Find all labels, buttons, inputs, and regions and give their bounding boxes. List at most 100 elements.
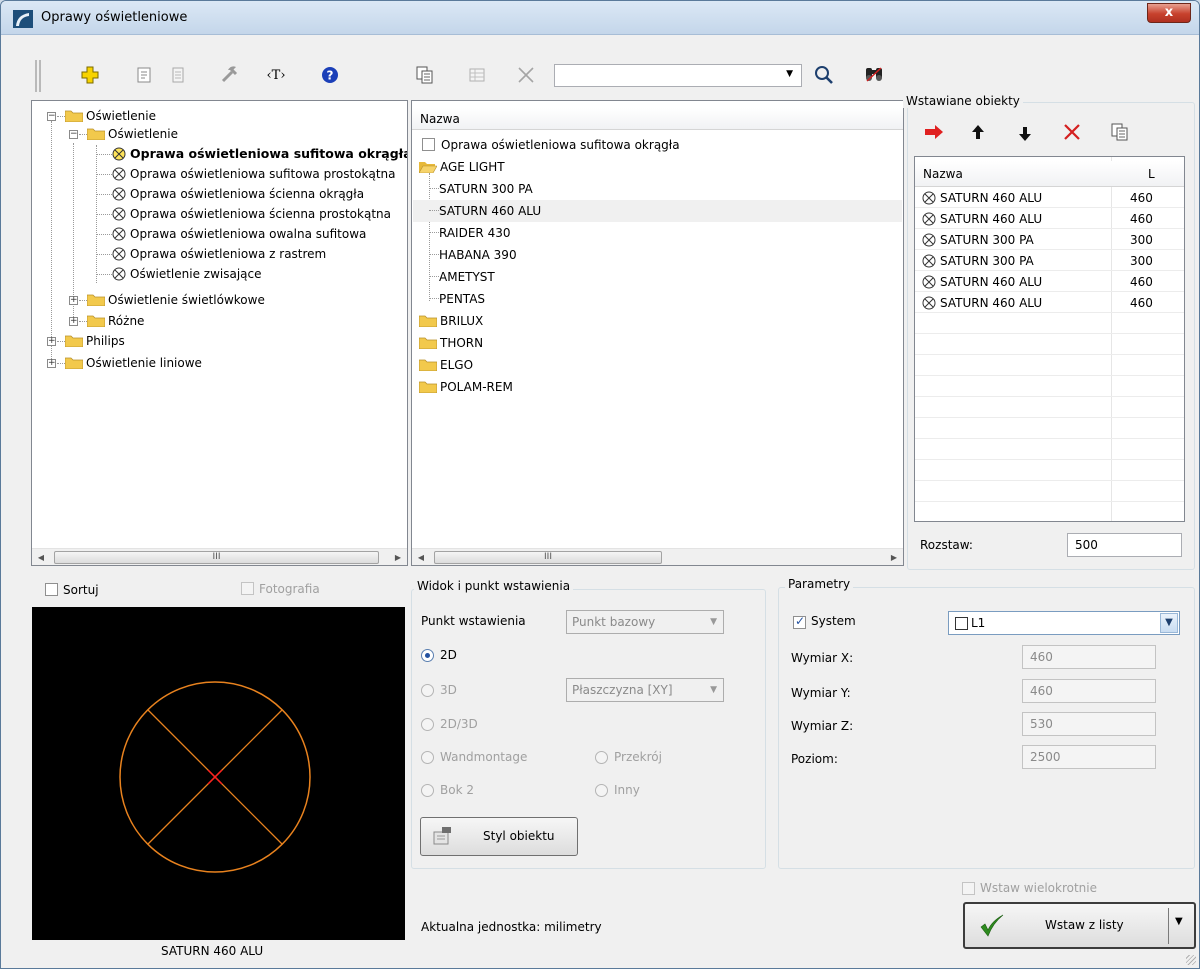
dim-z-input[interactable]: 530 bbox=[1022, 712, 1156, 736]
catalog-horizontal-scrollbar[interactable]: ◀ III ▶ bbox=[412, 548, 903, 565]
folder-icon bbox=[419, 315, 437, 327]
plane-combo[interactable]: Płaszczyzna [XY] ▼ bbox=[566, 678, 724, 702]
tree-item-oswietlenie[interactable]: Oświetlenie bbox=[65, 107, 156, 125]
system-checkbox[interactable] bbox=[793, 614, 806, 629]
chevron-down-icon[interactable]: ▼ bbox=[1175, 916, 1183, 927]
catalog-folder[interactable]: POLAM-REM bbox=[419, 376, 513, 398]
radio-2d3d[interactable] bbox=[421, 718, 434, 731]
inserted-row[interactable]: SATURN 460 ALU 460 bbox=[922, 272, 1184, 293]
text-tag-icon[interactable]: ‹T› bbox=[265, 64, 287, 86]
properties-icon[interactable] bbox=[133, 64, 155, 86]
level-input[interactable]: 2500 bbox=[1022, 745, 1156, 769]
inserted-row[interactable]: SATURN 460 ALU 460 bbox=[922, 188, 1184, 209]
radio-2d[interactable] bbox=[421, 649, 434, 662]
tree-item-rozne[interactable]: Różne bbox=[87, 312, 144, 330]
scroll-right-icon[interactable]: ▶ bbox=[887, 551, 901, 564]
close-button[interactable]: x bbox=[1147, 3, 1191, 23]
inserted-row[interactable]: SATURN 300 PA 300 bbox=[922, 251, 1184, 272]
catalog-folder[interactable]: ELGO bbox=[419, 354, 473, 376]
remove-icon[interactable] bbox=[1061, 121, 1083, 143]
insert-from-list-button[interactable]: Wstaw z listy ▼ bbox=[963, 902, 1196, 949]
scroll-left-icon[interactable]: ◀ bbox=[414, 551, 428, 564]
inserted-objects-table[interactable]: Nazwa L SATURN 460 ALU 460 SATURN 460 AL… bbox=[914, 156, 1185, 522]
photo-checkbox[interactable] bbox=[241, 582, 254, 595]
move-up-icon[interactable] bbox=[967, 121, 989, 143]
inserted-header-name[interactable]: Nazwa bbox=[915, 161, 1111, 187]
chevron-down-icon[interactable]: ▼ bbox=[786, 69, 793, 79]
catalog-list[interactable]: Nazwa Oprawa oświetleniowa sufitowa okrą… bbox=[411, 100, 904, 566]
catalog-header[interactable]: Nazwa bbox=[412, 108, 903, 130]
tree-expand-icon[interactable]: + bbox=[69, 296, 78, 305]
catalog-item-label: BRILUX bbox=[440, 314, 484, 328]
search-combobox[interactable]: ▼ bbox=[554, 64, 802, 87]
tree-item-liniowe[interactable]: Oświetlenie liniowe bbox=[65, 354, 202, 372]
catalog-item[interactable]: SATURN 300 PA bbox=[429, 178, 533, 200]
dim-x-input[interactable]: 460 bbox=[1022, 645, 1156, 669]
sort-checkbox[interactable] bbox=[45, 583, 58, 596]
delete-disabled-icon[interactable] bbox=[515, 64, 537, 86]
inserted-row[interactable]: SATURN 460 ALU 460 bbox=[922, 293, 1184, 314]
catalog-folder[interactable]: THORN bbox=[419, 332, 483, 354]
tree-collapse-icon[interactable]: − bbox=[47, 112, 56, 121]
search-icon[interactable] bbox=[813, 64, 835, 86]
tree-item-oprawa-owalna[interactable]: Oprawa oświetleniowa owalna sufitowa bbox=[112, 225, 366, 243]
tree-item-oswietlenie-sub[interactable]: Oświetlenie bbox=[87, 125, 178, 143]
inserted-header-l[interactable]: L bbox=[1111, 161, 1184, 187]
tree-collapse-icon[interactable]: − bbox=[69, 130, 78, 139]
inserted-row[interactable]: SATURN 300 PA 300 bbox=[922, 230, 1184, 251]
tree-item-zwisajace[interactable]: Oświetlenie zwisające bbox=[112, 265, 262, 283]
add-icon[interactable] bbox=[79, 64, 101, 86]
document-icon[interactable] bbox=[167, 64, 189, 86]
multi-insert-checkbox[interactable] bbox=[962, 882, 975, 895]
copy-icon[interactable] bbox=[1109, 121, 1131, 143]
tree-expand-icon[interactable]: + bbox=[47, 359, 56, 368]
scroll-left-icon[interactable]: ◀ bbox=[34, 551, 48, 564]
radio-przekroj[interactable] bbox=[595, 751, 608, 764]
insertion-point-combo[interactable]: Punkt bazowy ▼ bbox=[566, 610, 724, 634]
help-icon[interactable]: ? bbox=[319, 64, 341, 86]
tree-item-label: Oświetlenie zwisające bbox=[130, 267, 262, 281]
tree-item-oprawa-okragla[interactable]: Oprawa oświetleniowa sufitowa okrągła bbox=[112, 145, 407, 163]
catalog-item[interactable]: RAIDER 430 bbox=[429, 222, 510, 244]
copy-icon[interactable] bbox=[414, 64, 436, 86]
chevron-down-icon[interactable]: ▼ bbox=[1160, 613, 1178, 633]
dim-y-input[interactable]: 460 bbox=[1022, 679, 1156, 703]
inserted-row[interactable]: SATURN 460 ALU 460 bbox=[922, 209, 1184, 230]
tree-horizontal-scrollbar[interactable]: ◀ III ▶ bbox=[32, 548, 407, 565]
tree-item-oprawa-prostokatna[interactable]: Oprawa oświetleniowa sufitowa prostokątn… bbox=[112, 165, 395, 183]
catalog-item[interactable]: Oprawa oświetleniowa sufitowa okrągła bbox=[422, 134, 680, 156]
tree-expand-icon[interactable]: + bbox=[47, 337, 56, 346]
tree-item-oprawa-scienna-okragla[interactable]: Oprawa oświetleniowa ścienna okrągła bbox=[112, 185, 364, 203]
catalog-folder[interactable]: AGE LIGHT bbox=[419, 156, 505, 178]
layer-combo[interactable]: L1 ▼ bbox=[948, 611, 1180, 635]
catalog-item[interactable]: AMETYST bbox=[429, 266, 495, 288]
folder-open-icon bbox=[419, 162, 437, 173]
title-bar[interactable]: Oprawy oświetleniowe x bbox=[1, 1, 1199, 35]
binoculars-icon[interactable] bbox=[863, 63, 885, 85]
catalog-item[interactable]: SATURN 460 ALU bbox=[429, 200, 541, 222]
tree-item-oprawa-scienna-prostokatna[interactable]: Oprawa oświetleniowa ścienna prostokątna bbox=[112, 205, 391, 223]
checkbox-icon[interactable] bbox=[422, 138, 435, 151]
radio-3d[interactable] bbox=[421, 684, 434, 697]
object-style-button[interactable]: Styl obiektu bbox=[420, 817, 578, 856]
tree-item-oprawa-raster[interactable]: Oprawa oświetleniowa z rastrem bbox=[112, 245, 326, 263]
scroll-thumb[interactable]: III bbox=[54, 551, 379, 564]
category-tree[interactable]: − Oświetlenie − Oświetlenie Oprawa oświe… bbox=[31, 100, 408, 566]
scroll-right-icon[interactable]: ▶ bbox=[391, 551, 405, 564]
insert-arrow-icon[interactable] bbox=[923, 121, 945, 143]
tree-expand-icon[interactable]: + bbox=[69, 317, 78, 326]
tools-icon[interactable] bbox=[219, 63, 241, 85]
radio-wandmontage[interactable] bbox=[421, 751, 434, 764]
radio-bok2[interactable] bbox=[421, 784, 434, 797]
catalog-folder[interactable]: BRILUX bbox=[419, 310, 483, 332]
move-down-icon[interactable] bbox=[1014, 123, 1036, 145]
radio-inny[interactable] bbox=[595, 784, 608, 797]
resize-grip-icon[interactable] bbox=[1186, 955, 1196, 965]
grid-icon[interactable] bbox=[466, 64, 488, 86]
scroll-thumb[interactable]: III bbox=[434, 551, 662, 564]
spacing-input[interactable]: 500 bbox=[1067, 533, 1182, 557]
tree-item-swietlowkowe[interactable]: Oświetlenie świetlówkowe bbox=[87, 291, 265, 309]
tree-item-philips[interactable]: Philips bbox=[65, 332, 125, 350]
catalog-item[interactable]: HABANA 390 bbox=[429, 244, 517, 266]
catalog-item[interactable]: PENTAS bbox=[429, 288, 485, 310]
